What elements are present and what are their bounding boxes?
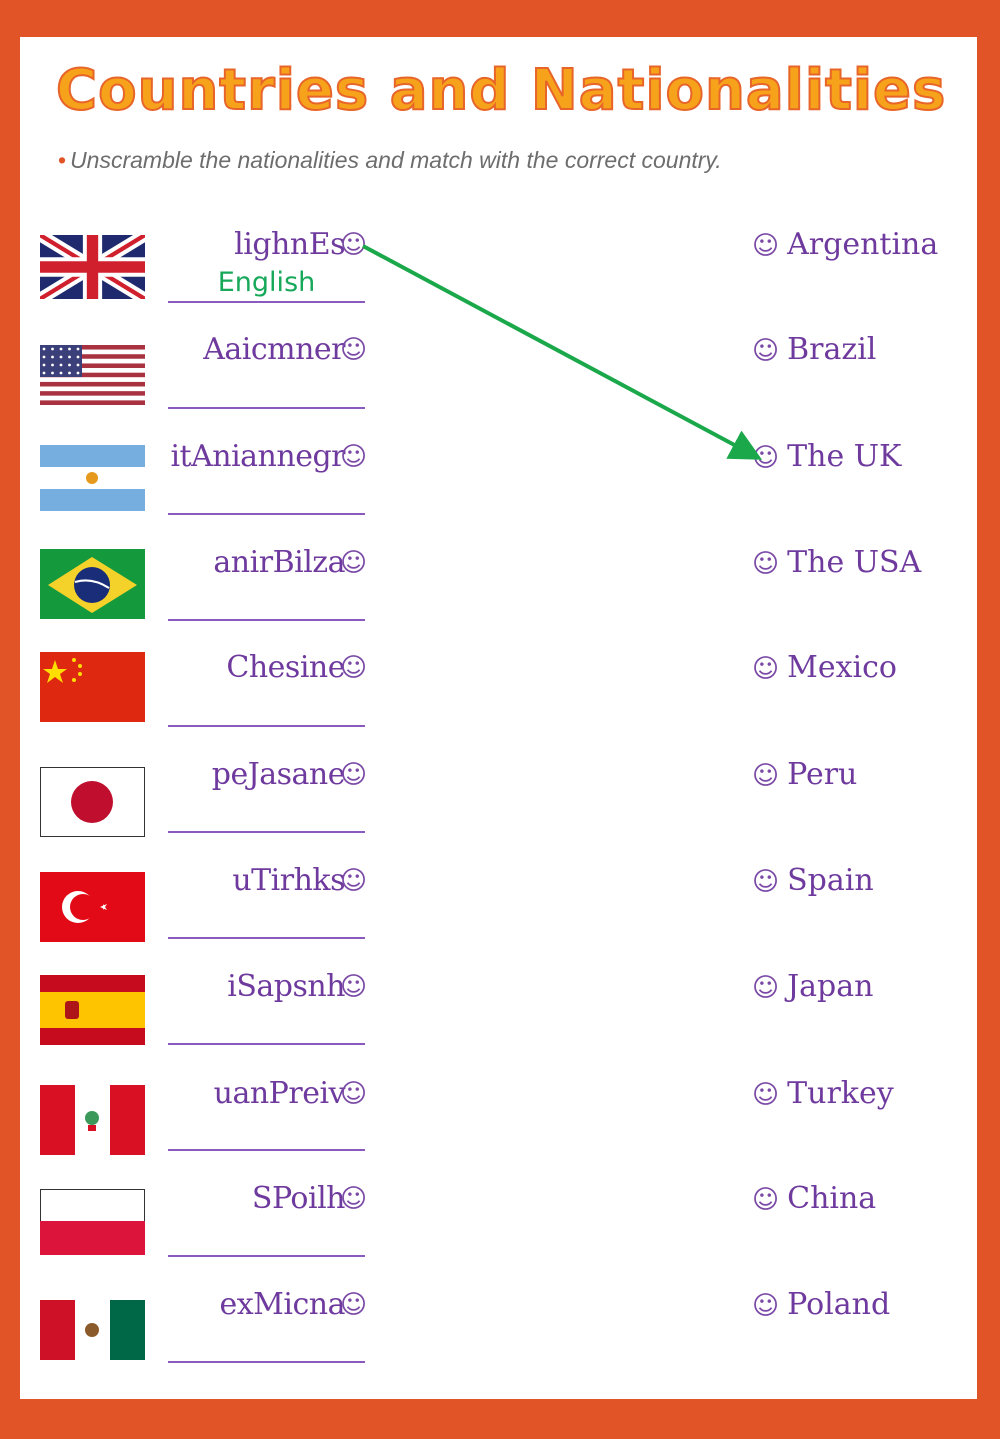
smiley-connector-icon[interactable]: ☺: [752, 973, 779, 1003]
smiley-connector-icon[interactable]: ☺: [340, 335, 367, 365]
answer-line: [168, 301, 365, 303]
country-item[interactable]: ☺ China: [752, 1181, 876, 1216]
country-item[interactable]: ☺ Brazil: [752, 332, 876, 367]
country-label: The USA: [787, 545, 922, 580]
country-label: The UK: [787, 439, 902, 474]
spain-flag: [40, 975, 145, 1045]
country-item[interactable]: ☺ Turkey: [752, 1076, 894, 1111]
scrambled-word: exMicna: [219, 1287, 346, 1322]
mexico-flag: [40, 1300, 145, 1370]
answer-input[interactable]: English: [168, 267, 365, 298]
scrambled-word: iSapsnh: [227, 969, 345, 1004]
answer-line: [168, 831, 365, 833]
smiley-connector-icon[interactable]: ☺: [340, 548, 367, 578]
smiley-connector-icon[interactable]: ☺: [340, 1290, 367, 1320]
country-item[interactable]: ☺ Argentina: [752, 227, 938, 262]
country-label: Poland: [787, 1287, 891, 1322]
smiley-connector-icon[interactable]: ☺: [752, 1291, 779, 1321]
smiley-connector-icon[interactable]: ☺: [752, 761, 779, 791]
scrambled-word: SPoilh: [251, 1181, 346, 1216]
answer-line: [168, 1361, 365, 1363]
answer-line: [168, 937, 365, 939]
answer-line: [168, 1043, 365, 1045]
smiley-connector-icon[interactable]: ☺: [752, 231, 779, 261]
country-label: Brazil: [787, 332, 877, 367]
smiley-connector-icon[interactable]: ☺: [340, 653, 367, 683]
smiley-connector-icon[interactable]: ☺: [340, 230, 367, 260]
country-label: Mexico: [787, 650, 897, 685]
smiley-connector-icon[interactable]: ☺: [752, 1080, 779, 1110]
smiley-connector-icon[interactable]: ☺: [340, 866, 367, 896]
smiley-connector-icon[interactable]: ☺: [340, 1184, 367, 1214]
uk-flag: [40, 235, 145, 305]
scrambled-word: uTirhks: [232, 863, 345, 898]
worksheet-page: Countries and Nationalities • Unscramble …: [20, 37, 977, 1399]
answer-line: [168, 407, 365, 409]
scrambled-word: peJasane: [211, 757, 346, 792]
country-label: Spain: [787, 863, 874, 898]
smiley-connector-icon[interactable]: ☺: [752, 654, 779, 684]
country-label: Peru: [787, 757, 858, 792]
smiley-connector-icon[interactable]: ☺: [752, 443, 779, 473]
china-flag: [40, 652, 145, 722]
answer-line: [168, 725, 365, 727]
country-item[interactable]: ☺ Peru: [752, 757, 857, 792]
smiley-connector-icon[interactable]: ☺: [752, 549, 779, 579]
japan-flag: [40, 767, 145, 837]
country-item[interactable]: ☺ The USA: [752, 545, 921, 580]
smiley-connector-icon[interactable]: ☺: [752, 867, 779, 897]
poland-flag: [40, 1189, 145, 1259]
instruction: • Unscramble the nationalities and match …: [58, 147, 722, 174]
smiley-connector-icon[interactable]: ☺: [752, 1185, 779, 1215]
country-item[interactable]: ☺ Mexico: [752, 650, 897, 685]
scrambled-word: anirBilza: [213, 545, 345, 580]
country-item[interactable]: ☺ Poland: [752, 1287, 890, 1322]
smiley-connector-icon[interactable]: ☺: [340, 1079, 367, 1109]
argentina-flag: [40, 445, 145, 515]
country-item[interactable]: ☺ Spain: [752, 863, 874, 898]
bullet-icon: •: [58, 147, 67, 173]
smiley-connector-icon[interactable]: ☺: [340, 972, 367, 1002]
answer-line: [168, 1255, 365, 1257]
instruction-text: Unscramble the nationalities and match w…: [70, 147, 722, 173]
country-label: Turkey: [787, 1076, 894, 1111]
smiley-connector-icon[interactable]: ☺: [340, 442, 367, 472]
answer-line: [168, 513, 365, 515]
country-label: Argentina: [787, 227, 939, 262]
country-label: China: [787, 1181, 877, 1216]
scrambled-word: uanPreiv: [213, 1076, 346, 1111]
answer-line: [168, 1149, 365, 1151]
scrambled-word: Chesine: [226, 650, 345, 685]
smiley-connector-icon[interactable]: ☺: [340, 760, 367, 790]
country-label: Japan: [787, 969, 874, 1004]
scrambled-word: itAniannegr: [170, 439, 345, 474]
scrambled-word: Aaicmner: [203, 332, 345, 367]
turkey-flag: [40, 872, 145, 942]
peru-flag: [40, 1085, 145, 1155]
answer-line: [168, 619, 365, 621]
match-arrow[interactable]: [362, 244, 763, 460]
brazil-flag: [40, 549, 145, 619]
country-item[interactable]: ☺ Japan: [752, 969, 873, 1004]
usa-flag: [40, 345, 145, 415]
country-item[interactable]: ☺ The UK: [752, 439, 901, 474]
worksheet-title: Countries and Nationalities: [55, 51, 946, 131]
scrambled-word: lighnEs: [234, 227, 345, 262]
smiley-connector-icon[interactable]: ☺: [752, 336, 779, 366]
